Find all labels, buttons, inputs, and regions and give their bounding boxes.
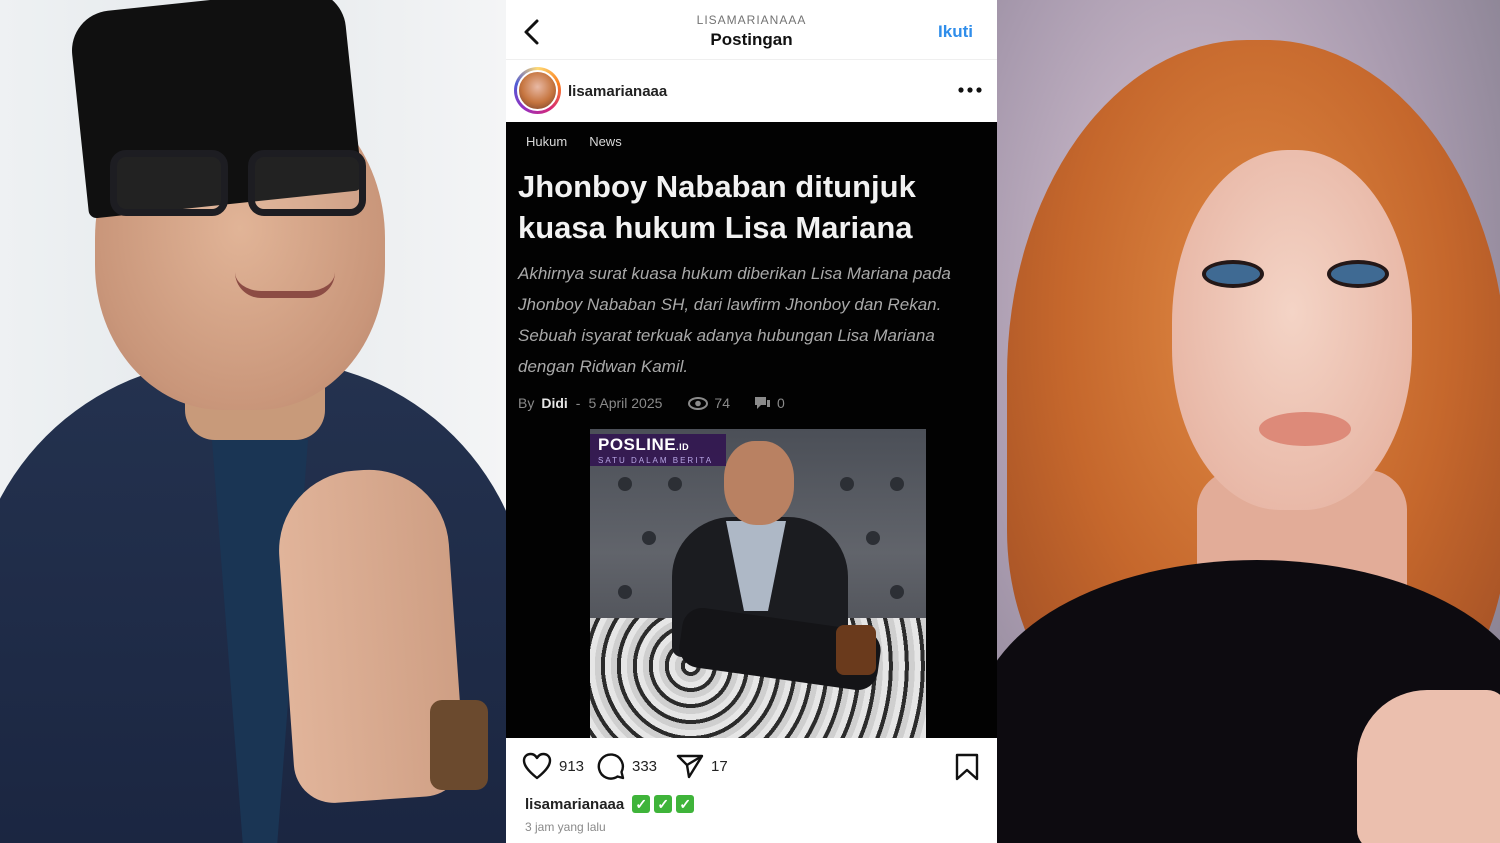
- page-title: Postingan: [710, 30, 793, 49]
- more-dots-icon: [958, 87, 982, 93]
- left-photo: [0, 0, 506, 843]
- meta-separator: -: [575, 395, 581, 411]
- likes-count: 913: [559, 757, 585, 775]
- person-head: [724, 441, 794, 525]
- share-button[interactable]: 17: [676, 752, 728, 780]
- category-label: News: [589, 134, 622, 149]
- instagram-post-panel: LISAMARIANAAA Postingan Ikuti lisamarian…: [506, 0, 997, 843]
- caption-username[interactable]: lisamarianaaa: [525, 796, 624, 813]
- article-views: 74: [688, 395, 730, 411]
- views-count: 74: [714, 395, 730, 411]
- posline-brand-suffix: .ID: [676, 442, 690, 452]
- woman-lips: [1259, 412, 1351, 446]
- send-icon: [676, 754, 704, 779]
- comment-button[interactable]: 333: [597, 752, 657, 780]
- top-bar-account: LISAMARIANAAA: [696, 13, 807, 27]
- comment-icon: [597, 753, 625, 780]
- check-emoji: ✓: [676, 795, 695, 813]
- post-timestamp: 3 jam yang lalu: [525, 820, 606, 834]
- bookmark-icon: [955, 753, 979, 781]
- posline-logo: POSLINE.ID SATU DALAM BERITA: [590, 434, 726, 466]
- article-headline: Jhonboy Nababan ditunjuk kuasa hukum Lis…: [518, 169, 916, 245]
- by-label: By: [518, 395, 535, 411]
- woman-left-eye: [1202, 260, 1264, 288]
- article-comments: 0: [754, 395, 785, 411]
- comment-bubble-icon: [755, 397, 770, 409]
- man-watch: [430, 700, 488, 790]
- check-emoji: ✓: [632, 795, 651, 813]
- article-photo: POSLINE.ID SATU DALAM BERITA: [590, 429, 926, 738]
- bookmark-button[interactable]: [955, 753, 979, 786]
- category-label: Hukum: [526, 134, 568, 149]
- more-options-button[interactable]: [955, 78, 985, 102]
- woman-right-eye: [1327, 260, 1389, 288]
- man-glasses: [100, 150, 380, 220]
- post-image-article[interactable]: Hukum News Jhonboy Nababan ditunjuk kuas…: [506, 122, 997, 738]
- woman-hand: [1357, 690, 1500, 843]
- man-smile: [235, 272, 335, 298]
- woman-face: [1172, 150, 1412, 510]
- posline-brand: POSLINE: [598, 435, 677, 454]
- post-username[interactable]: lisamarianaaa: [568, 83, 667, 100]
- like-button[interactable]: 913: [522, 752, 584, 780]
- heart-icon: [522, 752, 552, 780]
- posline-tagline: SATU DALAM BERITA: [598, 456, 714, 465]
- post-header: lisamarianaaa: [506, 60, 997, 122]
- follow-button[interactable]: Ikuti: [938, 22, 973, 42]
- caption: lisamarianaaa ✓ ✓ ✓: [525, 795, 695, 813]
- post-actions: 913 333 17: [506, 738, 997, 796]
- article-date: 5 April 2025: [588, 395, 663, 411]
- comments-count-label: 333: [632, 757, 658, 775]
- check-emoji: ✓: [654, 795, 673, 813]
- person-shoe: [836, 625, 876, 675]
- eye-icon: [688, 396, 709, 410]
- article-meta: By Didi - 5 April 2025 74 0: [518, 393, 988, 413]
- avatar[interactable]: [514, 67, 561, 114]
- comments-count: 0: [777, 395, 785, 411]
- right-photo: [997, 0, 1500, 843]
- shares-count: 17: [711, 757, 728, 775]
- article-categories: Hukum News: [526, 134, 622, 149]
- top-bar: LISAMARIANAAA Postingan Ikuti: [506, 0, 997, 60]
- article-lede: Akhirnya surat kuasa hukum diberikan Lis…: [518, 264, 951, 376]
- article-author: Didi: [541, 395, 568, 411]
